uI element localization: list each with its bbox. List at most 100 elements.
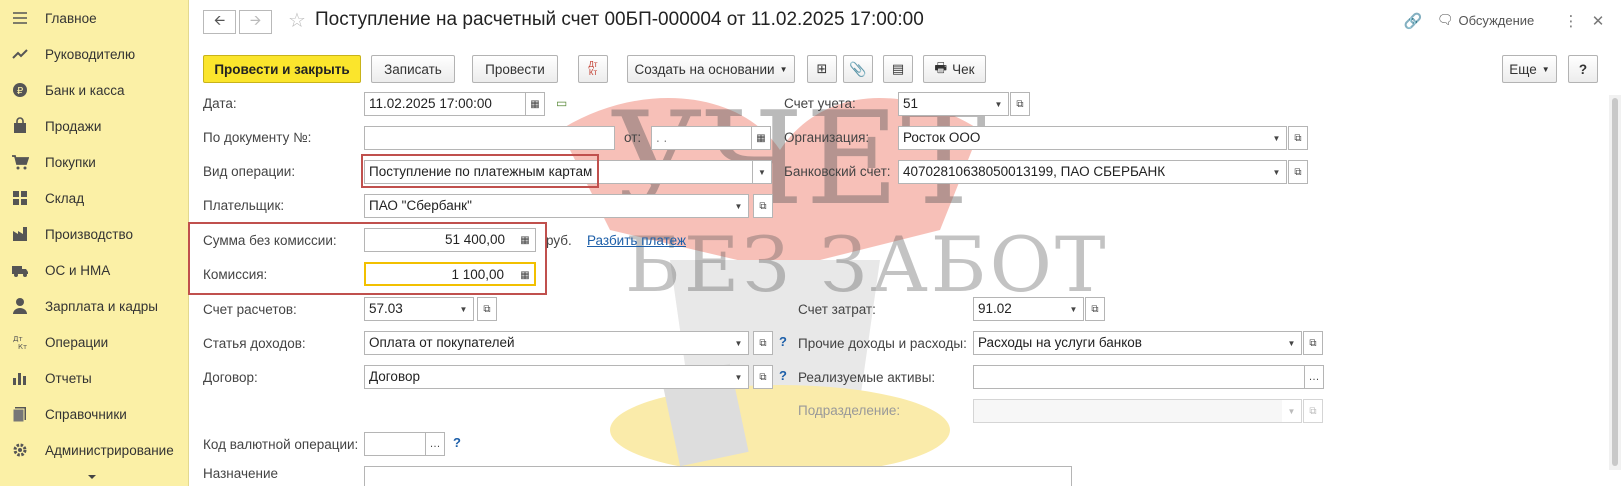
structure-button[interactable]: ⊞: [807, 55, 837, 83]
open-icon[interactable]: ⧉: [1085, 297, 1105, 321]
back-button[interactable]: 🡨: [203, 10, 236, 34]
dropdown-arrow-icon[interactable]: ▼: [1267, 160, 1287, 184]
post-and-close-button[interactable]: Провести и закрыть: [203, 55, 361, 83]
sidebar-item-catalogs[interactable]: Справочники: [0, 396, 189, 432]
cost-account-field[interactable]: 91.02: [973, 297, 1065, 321]
dropdown-arrow-icon[interactable]: ▼: [729, 194, 749, 218]
dropdown-arrow-icon[interactable]: ▼: [729, 365, 749, 389]
link-icon[interactable]: 🔗: [1403, 12, 1423, 32]
organization-label: Организация:: [784, 130, 870, 145]
sold-assets-field[interactable]: [973, 365, 1305, 389]
arrow-left-icon: 🡨: [213, 12, 226, 28]
help-question-icon[interactable]: ?: [453, 435, 461, 450]
dropdown-arrow-icon[interactable]: ▼: [989, 92, 1009, 116]
dropdown-arrow-icon[interactable]: ▼: [1282, 331, 1302, 355]
payer-field[interactable]: ПАО "Сбербанк": [364, 194, 739, 218]
commission-field[interactable]: 1 100,00: [364, 262, 536, 286]
dropdown-arrow-icon[interactable]: ▼: [1064, 297, 1084, 321]
operation-type-label: Вид операции:: [203, 164, 296, 179]
calendar-icon[interactable]: ▦: [751, 126, 771, 150]
create-based-on-button[interactable]: Создать на основании ▼: [627, 55, 795, 83]
currency-operation-field[interactable]: [364, 432, 426, 456]
help-question-icon[interactable]: ?: [779, 368, 787, 383]
bank-account-field[interactable]: 40702810638050013199, ПАО СБЕРБАНК: [898, 160, 1268, 184]
doc-number-field[interactable]: [364, 126, 615, 150]
open-icon[interactable]: ⧉: [753, 331, 773, 355]
open-icon[interactable]: ⧉: [1288, 126, 1308, 150]
other-income-expenses-label: Прочие доходы и расходы:: [798, 336, 967, 351]
dropdown-arrow-icon[interactable]: ▼: [1267, 126, 1287, 150]
receipt-button[interactable]: 🖶 Чек: [923, 55, 986, 83]
currency-label: руб.: [546, 233, 572, 248]
from-date-field[interactable]: . .: [651, 126, 752, 150]
sidebar-scroll-down-icon[interactable]: [85, 470, 99, 480]
document-button[interactable]: ▤: [883, 55, 913, 83]
sync-date-icon[interactable]: ▭: [556, 96, 574, 112]
bar-chart-icon: [10, 368, 30, 388]
dropdown-arrow-icon[interactable]: ▼: [454, 297, 474, 321]
open-icon[interactable]: ⧉: [1303, 331, 1323, 355]
sidebar-item-main[interactable]: Главное: [0, 0, 189, 36]
bag-icon: [10, 116, 30, 136]
select-ellipsis-button[interactable]: …: [1304, 365, 1324, 389]
calculator-icon[interactable]: ▦: [515, 264, 535, 286]
organization-field[interactable]: Росток ООО: [898, 126, 1268, 150]
sidebar-item-assets[interactable]: ОС и НМА: [0, 252, 189, 288]
sidebar-item-operations[interactable]: Дт Кт Операции: [0, 324, 189, 360]
split-payment-link[interactable]: Разбить платеж: [587, 233, 686, 248]
dropdown-arrow-icon[interactable]: ▼: [752, 160, 772, 184]
more-vertical-icon[interactable]: ⋮: [1561, 12, 1581, 32]
grid-icon: [10, 188, 30, 208]
sidebar-item-bank[interactable]: ₽ Банк и касса: [0, 72, 189, 108]
other-income-expenses-field[interactable]: Расходы на услуги банков: [973, 331, 1283, 355]
sidebar-item-label: Администрирование: [45, 442, 174, 458]
open-icon[interactable]: ⧉: [753, 365, 773, 389]
help-button[interactable]: ?: [1568, 55, 1598, 83]
open-icon[interactable]: ⧉: [1010, 92, 1030, 116]
account-field[interactable]: 51: [898, 92, 990, 116]
purpose-field[interactable]: [364, 466, 1072, 486]
calendar-icon[interactable]: ▦: [525, 92, 545, 116]
books-icon: [10, 404, 30, 424]
attach-button[interactable]: 📎: [843, 55, 873, 83]
sidebar-item-production[interactable]: Производство: [0, 216, 189, 252]
discussion-button[interactable]: 🗨 Обсуждение: [1437, 12, 1534, 28]
date-field[interactable]: 11.02.2025 17:00:00: [364, 92, 526, 116]
sidebar-item-label: Операции: [45, 334, 109, 350]
settlement-account-field[interactable]: 57.03: [364, 297, 464, 321]
open-icon[interactable]: ⧉: [753, 194, 773, 218]
sidebar-item-manager[interactable]: Руководителю: [0, 36, 189, 72]
save-button[interactable]: Записать: [371, 55, 455, 83]
highlight-operation-type: [361, 154, 599, 188]
arrow-right-icon: 🡪: [249, 12, 262, 28]
sidebar-item-purchases[interactable]: Покупки: [0, 144, 189, 180]
dt-kt-button[interactable]: Дт Кт: [578, 55, 608, 83]
open-icon[interactable]: ⧉: [477, 297, 497, 321]
amount-field[interactable]: 51 400,00: [364, 228, 536, 252]
dt-kt-icon: Дт Кт: [10, 332, 30, 352]
forward-button[interactable]: 🡪: [239, 10, 272, 34]
sidebar-item-reports[interactable]: Отчеты: [0, 360, 189, 396]
dropdown-arrow-icon[interactable]: ▼: [729, 331, 749, 355]
calculator-icon[interactable]: ▦: [515, 229, 535, 251]
post-button[interactable]: Провести: [472, 55, 558, 83]
sidebar-item-admin[interactable]: Администрирование: [0, 432, 189, 468]
sidebar-item-salary[interactable]: Зарплата и кадры: [0, 288, 189, 324]
cart-icon: [10, 152, 30, 172]
help-question-icon[interactable]: ?: [779, 334, 787, 349]
close-icon[interactable]: ✕: [1588, 12, 1608, 32]
sidebar-item-label: Справочники: [45, 406, 127, 422]
cost-account-label: Счет затрат:: [798, 302, 876, 317]
more-button[interactable]: Еще ▼: [1502, 55, 1557, 83]
sidebar-item-sales[interactable]: Продажи: [0, 108, 189, 144]
date-label: Дата:: [203, 96, 237, 111]
income-item-field[interactable]: Оплата от покупателей: [364, 331, 739, 355]
svg-text:Дт: Дт: [13, 335, 23, 343]
sidebar-item-warehouse[interactable]: Склад: [0, 180, 189, 216]
select-ellipsis-button[interactable]: …: [425, 432, 445, 456]
favorite-star-icon[interactable]: ☆: [288, 10, 310, 32]
open-icon[interactable]: ⧉: [1288, 160, 1308, 184]
contract-field[interactable]: Договор: [364, 365, 739, 389]
watermark-line2: БЕЗ ЗАБОТ: [625, 220, 1109, 309]
scrollbar-thumb[interactable]: [1612, 98, 1618, 466]
